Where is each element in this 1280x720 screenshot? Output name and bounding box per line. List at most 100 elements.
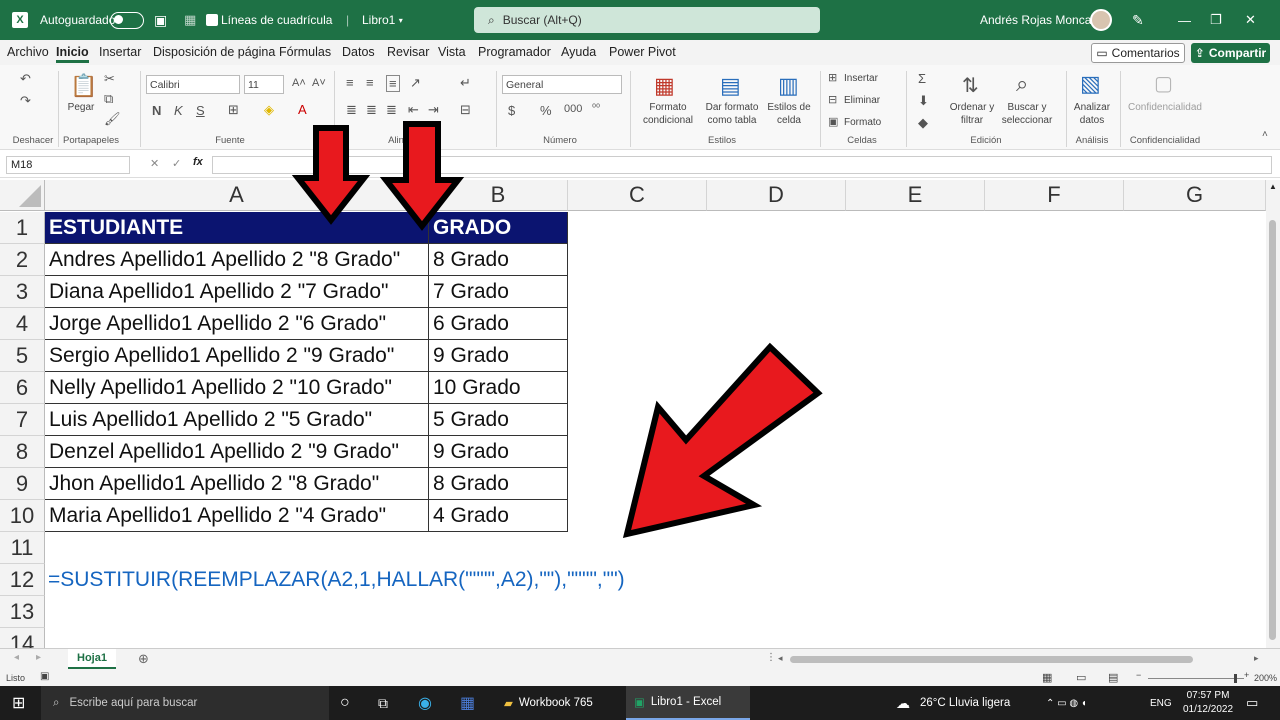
page-layout-icon[interactable]: ▭ — [1076, 671, 1086, 684]
format-cells-icon[interactable]: ▣ — [828, 115, 838, 128]
paste-icon[interactable]: 📋 — [70, 73, 97, 99]
copy-icon[interactable]: ⧉ — [104, 91, 113, 107]
weather-text[interactable]: 26°C Lluvia ligera — [920, 686, 1010, 720]
row-header-7[interactable]: 7 — [0, 404, 45, 436]
tab-power-pivot[interactable]: Power Pivot — [609, 45, 676, 59]
align-left-icon[interactable]: ≣ — [346, 102, 357, 118]
find-icon[interactable]: ⌕ — [1016, 71, 1028, 97]
cell-a2[interactable]: Andres Apellido1 Apellido 2 "8 Grado" — [45, 244, 429, 276]
horizontal-scroll-thumb[interactable] — [790, 656, 1193, 663]
col-header-a[interactable]: A — [45, 180, 429, 211]
task-view-icon[interactable]: ⧉ — [378, 686, 388, 720]
fill-icon[interactable]: ⬇ — [918, 93, 929, 109]
cell-b8[interactable]: 9 Grado — [429, 436, 568, 468]
notifications-icon[interactable]: ▭ — [1246, 686, 1258, 720]
cell-a8[interactable]: Denzel Apellido1 Apellido 2 "9 Grado" — [45, 436, 429, 468]
comments-button[interactable]: ▭ Comentarios — [1091, 43, 1185, 63]
confidentiality-icon[interactable]: ▢ — [1154, 71, 1173, 96]
cell-b6[interactable]: 10 Grado — [429, 372, 568, 404]
number-format-select[interactable]: General — [502, 75, 622, 94]
restore-icon[interactable]: ❐ — [1210, 0, 1230, 40]
language[interactable]: ENG — [1150, 686, 1172, 720]
align-right-icon[interactable]: ≣ — [386, 102, 397, 118]
analyze-data-icon[interactable]: ▧ — [1080, 71, 1101, 97]
grid-icon[interactable]: ▦ — [184, 0, 196, 40]
row-header-5[interactable]: 5 — [0, 340, 45, 372]
shrink-font-icon[interactable]: A˅ — [312, 77, 326, 89]
cell-a3[interactable]: Diana Apellido1 Apellido 2 "7 Grado" — [45, 276, 429, 308]
analyze-data-button[interactable]: Analizar datos — [1070, 101, 1114, 127]
row-header-8[interactable]: 8 — [0, 436, 45, 468]
sheet-tab-hoja1[interactable]: Hoja1 — [68, 649, 116, 669]
clock[interactable]: 07:57 PM 01/12/2022 — [1180, 689, 1236, 717]
cell-a12-formula[interactable]: =SUSTITUIR(REEMPLAZAR(A2,1,HALLAR("""",A… — [48, 564, 625, 596]
align-top-icon[interactable]: ≡ — [346, 75, 354, 90]
font-name-select[interactable]: Calibri — [146, 75, 240, 94]
more-icon[interactable]: ⋮ — [766, 652, 776, 663]
row-header-1[interactable]: 1 — [0, 212, 45, 244]
pen-icon[interactable]: ✎ — [1132, 0, 1144, 40]
scroll-left-icon[interactable]: ◂ — [778, 653, 783, 664]
zoom-slider[interactable] — [1148, 678, 1244, 679]
zoom-in-icon[interactable]: + — [1244, 670, 1249, 680]
close-icon[interactable]: ✕ — [1245, 0, 1265, 40]
format-table-icon[interactable]: ▤ — [720, 73, 748, 99]
tab-inicio[interactable]: Inicio — [56, 45, 89, 63]
cortana-icon[interactable]: ○ — [340, 686, 350, 720]
col-header-c[interactable]: C — [568, 180, 707, 211]
share-button[interactable]: ⇪ Compartir — [1191, 43, 1270, 63]
align-middle-icon[interactable]: ≡ — [366, 75, 374, 90]
tray-icons[interactable]: ⌃ ▭ ◍ ◖ — [1046, 686, 1087, 720]
scroll-up-icon[interactable]: ▲ — [1269, 182, 1277, 191]
col-header-e[interactable]: E — [846, 180, 985, 211]
zoom-level[interactable]: 200% — [1254, 673, 1277, 683]
save-icon[interactable]: ▣ — [154, 0, 167, 40]
calculator-icon[interactable]: ▦ — [460, 686, 475, 720]
tab-formulas[interactable]: Fórmulas — [279, 45, 331, 59]
cell-styles-icon[interactable]: ▥ — [778, 73, 806, 99]
find-select-button[interactable]: Buscar y seleccionar — [996, 101, 1058, 127]
conditional-format-icon[interactable]: ▦ — [654, 73, 682, 99]
check-icon[interactable]: ✓ — [172, 157, 181, 170]
delete-cells-icon[interactable]: ⊟ — [828, 93, 837, 106]
cut-icon[interactable]: ✂ — [104, 71, 115, 87]
insert-cells-button[interactable]: Insertar — [844, 72, 878, 85]
italic-button[interactable]: K — [174, 103, 183, 118]
row-header-13[interactable]: 13 — [0, 596, 45, 628]
cell-styles-button[interactable]: Estilos de celda — [764, 101, 814, 127]
format-table-button[interactable]: Dar formato como tabla — [700, 101, 764, 127]
cell-b4[interactable]: 6 Grado — [429, 308, 568, 340]
font-color-icon[interactable]: A — [298, 102, 307, 117]
underline-button[interactable]: S — [196, 103, 205, 118]
currency-button[interactable]: $ — [508, 103, 515, 118]
align-center-icon[interactable]: ≣ — [366, 102, 377, 118]
undo-icon[interactable]: ↶ — [20, 71, 31, 87]
tab-revisar[interactable]: Revisar — [387, 45, 429, 59]
align-bottom-icon[interactable]: ≡ — [386, 75, 400, 92]
taskbar-app-workbook[interactable]: ▰ Workbook 765 — [496, 686, 620, 720]
conditional-format-button[interactable]: Formato condicional — [634, 101, 702, 127]
taskbar-search[interactable]: ⌕ Escribe aquí para buscar — [41, 686, 329, 720]
spreadsheet-grid[interactable]: A B C D E F G 1 2 3 4 5 6 7 8 9 10 11 12 13 14 ESTUDI… — [0, 180, 1266, 648]
normal-view-icon[interactable]: ▦ — [1042, 671, 1052, 684]
vertical-scroll-thumb[interactable] — [1269, 220, 1276, 640]
cell-b1[interactable]: GRADO — [429, 212, 568, 244]
cell-b2[interactable]: 8 Grado — [429, 244, 568, 276]
sort-filter-icon[interactable]: ⇅ — [962, 73, 979, 98]
tab-datos[interactable]: Datos — [342, 45, 375, 59]
formula-input[interactable] — [212, 156, 1272, 174]
bold-button[interactable]: N — [152, 103, 161, 118]
row-header-4[interactable]: 4 — [0, 308, 45, 340]
row-header-14[interactable]: 14 — [0, 628, 45, 648]
cell-b10[interactable]: 4 Grado — [429, 500, 568, 532]
collapse-ribbon-icon[interactable]: ˄ — [1262, 129, 1268, 140]
borders-icon[interactable]: ⊞ — [228, 102, 239, 118]
decrease-indent-icon[interactable]: ⇤ — [408, 102, 419, 118]
insert-cells-icon[interactable]: ⊞ — [828, 71, 837, 84]
col-header-b[interactable]: B — [429, 180, 568, 211]
row-header-11[interactable]: 11 — [0, 532, 45, 564]
row-header-3[interactable]: 3 — [0, 276, 45, 308]
gridlines-checkbox[interactable] — [206, 0, 218, 40]
row-header-9[interactable]: 9 — [0, 468, 45, 500]
page-break-icon[interactable]: ▤ — [1108, 671, 1118, 684]
